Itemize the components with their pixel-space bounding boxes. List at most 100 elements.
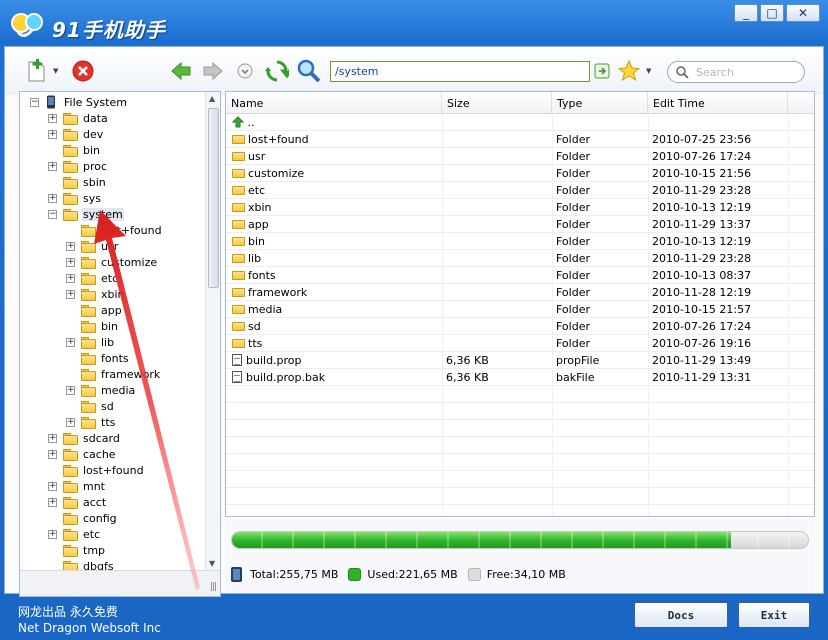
table-row[interactable]: app Folder 2010-11-29 13:37: [226, 216, 814, 233]
tree-item[interactable]: + etc: [48, 526, 101, 542]
storage-total: Total:255,75 MB: [250, 567, 339, 581]
table-row[interactable]: xbin Folder 2010-10-13 12:19: [226, 199, 814, 216]
new-file-button[interactable]: [25, 59, 49, 83]
tree-item[interactable]: + acct: [48, 494, 107, 510]
delete-button[interactable]: [71, 59, 95, 83]
phone-icon: [47, 95, 55, 109]
search-input[interactable]: Search: [667, 61, 805, 83]
tree-item[interactable]: − system: [48, 206, 124, 222]
history-dropdown-button[interactable]: [233, 59, 257, 83]
tree-item[interactable]: app: [66, 302, 123, 318]
table-row[interactable]: tts Folder 2010-07-26 19:16: [226, 335, 814, 352]
tree-vertical-scrollbar[interactable]: ▲ ▼: [205, 92, 220, 570]
favorites-button[interactable]: [617, 59, 641, 83]
tree-item[interactable]: + xbin: [66, 286, 126, 302]
close-window-button[interactable]: ✕: [786, 4, 820, 22]
expand-icon[interactable]: +: [48, 529, 57, 539]
folder-icon: [81, 224, 96, 237]
tree-item[interactable]: + tts: [66, 414, 116, 430]
table-row[interactable]: etc Folder 2010-11-29 23:28: [226, 182, 814, 199]
table-row[interactable]: usr Folder 2010-07-26 17:24: [226, 148, 814, 165]
table-row[interactable]: sd Folder 2010-07-26 17:24: [226, 318, 814, 335]
resize-grip-icon[interactable]: |||: [210, 582, 217, 592]
table-row[interactable]: bin Folder 2010-10-13 12:19: [226, 233, 814, 250]
tree-item[interactable]: + lib: [66, 334, 115, 350]
exit-button[interactable]: Exit: [738, 602, 810, 628]
docs-button[interactable]: Docs: [634, 602, 728, 628]
tree-item[interactable]: + data: [48, 110, 109, 126]
search-path-button[interactable]: [297, 59, 321, 83]
tree-item[interactable]: bin: [48, 142, 101, 158]
tree-item[interactable]: sd: [66, 398, 115, 414]
favorites-dropdown-icon[interactable]: ▼: [646, 67, 654, 75]
tree-item[interactable]: bin: [66, 318, 119, 334]
tree-item[interactable]: + usr: [66, 238, 119, 254]
tree-item[interactable]: + etc: [66, 270, 119, 286]
tree-item[interactable]: + mnt: [48, 478, 106, 494]
tree-item[interactable]: + media: [66, 382, 136, 398]
cell-edit-time: 2010-10-15 21:56: [652, 167, 752, 180]
expand-icon[interactable]: +: [66, 289, 75, 299]
tree-item[interactable]: sbin: [48, 174, 107, 190]
address-field[interactable]: /system: [330, 61, 590, 82]
back-button[interactable]: [169, 59, 193, 83]
scroll-up-icon[interactable]: ▲: [209, 94, 215, 103]
table-row[interactable]: build.prop.bak 6,36 KB bakFile 2010-11-29 1…: [226, 369, 814, 386]
expand-icon[interactable]: +: [66, 257, 75, 267]
tree-horizontal-scrollbar[interactable]: |||: [20, 570, 220, 596]
tree-item[interactable]: config: [48, 510, 118, 526]
table-row[interactable]: lost+found Folder 2010-07-25 23:56: [226, 131, 814, 148]
tree-item[interactable]: + proc: [48, 158, 108, 174]
expand-icon[interactable]: +: [48, 193, 57, 203]
table-row[interactable]: fonts Folder 2010-10-13 08:37: [226, 267, 814, 284]
file-name: usr: [248, 150, 266, 163]
forward-button[interactable]: [201, 59, 225, 83]
expand-icon[interactable]: +: [66, 241, 75, 251]
folder-icon: [63, 464, 78, 477]
tree-item[interactable]: lost+found: [66, 222, 163, 238]
scroll-down-icon[interactable]: ▼: [209, 559, 215, 568]
tree-root[interactable]: − File System: [30, 94, 128, 110]
column-type[interactable]: Type: [552, 92, 648, 114]
table-row[interactable]: build.prop 6,36 KB propFile 2010-11-29 13:4…: [226, 352, 814, 369]
expand-icon[interactable]: +: [48, 129, 57, 139]
table-row[interactable]: lib Folder 2010-11-29 23:28: [226, 250, 814, 267]
expand-icon[interactable]: +: [48, 113, 57, 123]
tree-item[interactable]: + dev: [48, 126, 104, 142]
tree-item-label: lost+found: [83, 463, 144, 477]
tree-item[interactable]: + sys: [48, 190, 102, 206]
chevron-down-icon: [237, 63, 253, 79]
tree-item[interactable]: fonts: [66, 350, 130, 366]
tree-item[interactable]: + sdcard: [48, 430, 121, 446]
refresh-button[interactable]: [265, 59, 289, 83]
cell-name: media: [232, 301, 282, 318]
expand-icon[interactable]: +: [48, 497, 57, 507]
expand-icon[interactable]: +: [66, 417, 75, 427]
expand-icon[interactable]: +: [48, 449, 57, 459]
tree-item[interactable]: + cache: [48, 446, 117, 462]
tree-scroll-thumb[interactable]: [208, 108, 219, 288]
expand-icon[interactable]: +: [66, 273, 75, 283]
table-row[interactable]: customize Folder 2010-10-15 21:56: [226, 165, 814, 182]
column-edit-time[interactable]: Edit Time: [648, 92, 788, 114]
collapse-icon[interactable]: −: [30, 97, 39, 107]
column-size[interactable]: Size: [442, 92, 552, 114]
tree-item[interactable]: tmp: [48, 542, 106, 558]
tree-item[interactable]: lost+found: [48, 462, 145, 478]
tree-item[interactable]: + customize: [66, 254, 158, 270]
table-row[interactable]: media Folder 2010-10-15 21:57: [226, 301, 814, 318]
expand-icon[interactable]: +: [48, 481, 57, 491]
collapse-icon[interactable]: −: [48, 209, 57, 219]
parent-folder-row[interactable]: ..: [226, 114, 814, 131]
minimize-button[interactable]: _: [734, 4, 758, 22]
go-button[interactable]: [593, 62, 611, 80]
expand-icon[interactable]: +: [66, 385, 75, 395]
expand-icon[interactable]: +: [48, 161, 57, 171]
expand-icon[interactable]: +: [66, 337, 75, 347]
expand-icon[interactable]: +: [48, 433, 57, 443]
table-row[interactable]: framework Folder 2010-11-28 12:19: [226, 284, 814, 301]
column-name[interactable]: Name: [226, 92, 442, 114]
maximize-button[interactable]: □: [760, 4, 784, 22]
new-dropdown-icon[interactable]: ▼: [53, 67, 61, 75]
tree-item[interactable]: framework: [66, 366, 161, 382]
